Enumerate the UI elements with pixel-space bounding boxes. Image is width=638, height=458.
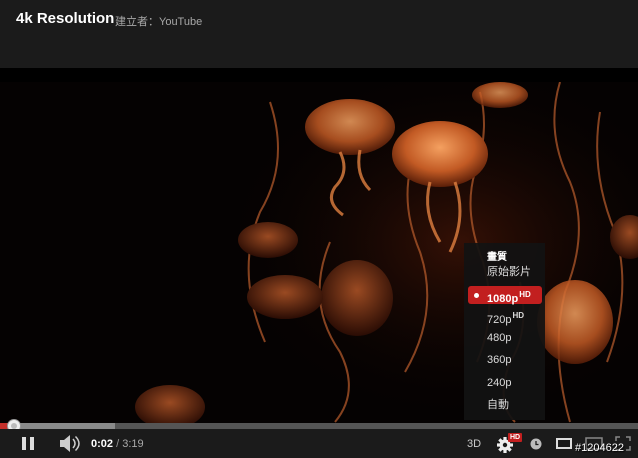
quality-option-720p[interactable]: 720pHD: [464, 307, 545, 326]
current-time: 0:02: [91, 438, 114, 450]
quality-option-label: 自動: [487, 399, 509, 411]
theater-icon: [556, 438, 572, 449]
pause-icon: [22, 437, 34, 450]
volume-button[interactable]: [56, 429, 82, 458]
3d-button[interactable]: 3D: [467, 438, 481, 450]
selected-dot-icon: [474, 293, 479, 298]
quality-option-label: 720p: [487, 314, 512, 326]
quality-option-480p[interactable]: 480p: [464, 329, 545, 347]
quality-option-label: 360p: [487, 354, 512, 366]
volume-icon: [60, 435, 80, 452]
video-title[interactable]: 4k Resolution: [16, 10, 114, 27]
image-watermark: #1204622: [575, 442, 624, 454]
pause-button[interactable]: [14, 429, 42, 458]
quality-option-360p[interactable]: 360p: [464, 351, 545, 369]
video-header: 4k Resolution 建立者：YouTube: [0, 0, 638, 68]
quality-menu-heading: 畫質: [487, 252, 507, 263]
quality-option-auto[interactable]: 自動: [464, 396, 545, 414]
quality-menu: 畫質 原始影片 1080pHD 720pHD 480p 360p 240p 自動: [464, 243, 545, 420]
hd-badge: HD: [519, 290, 531, 299]
watch-later-button[interactable]: [526, 429, 546, 458]
duration: 3:19: [122, 438, 144, 450]
time-separator: /: [116, 438, 120, 450]
quality-option-240p[interactable]: 240p: [464, 374, 545, 392]
theater-mode-button[interactable]: [553, 429, 575, 458]
quality-option-label: 480p: [487, 332, 512, 344]
hd-badge: HD: [512, 311, 525, 320]
clock-icon: [530, 438, 542, 450]
quality-option-label: 原始影片: [487, 266, 531, 278]
quality-option-label: 240p: [487, 377, 512, 389]
player-controls: 0:02 / 3:19 3D HD: [0, 429, 638, 458]
uploader-byline[interactable]: 建立者：YouTube: [115, 13, 202, 29]
quality-option-original[interactable]: 原始影片: [464, 263, 545, 281]
settings-hd-badge: HD: [508, 433, 523, 442]
quality-option-label: 1080p: [487, 293, 519, 305]
time-display: 0:02 / 3:19: [91, 438, 144, 450]
video-frame[interactable]: 畫質 原始影片 1080pHD 720pHD 480p 360p 240p 自動: [0, 82, 638, 424]
quality-option-1080p[interactable]: 1080pHD: [468, 286, 542, 305]
